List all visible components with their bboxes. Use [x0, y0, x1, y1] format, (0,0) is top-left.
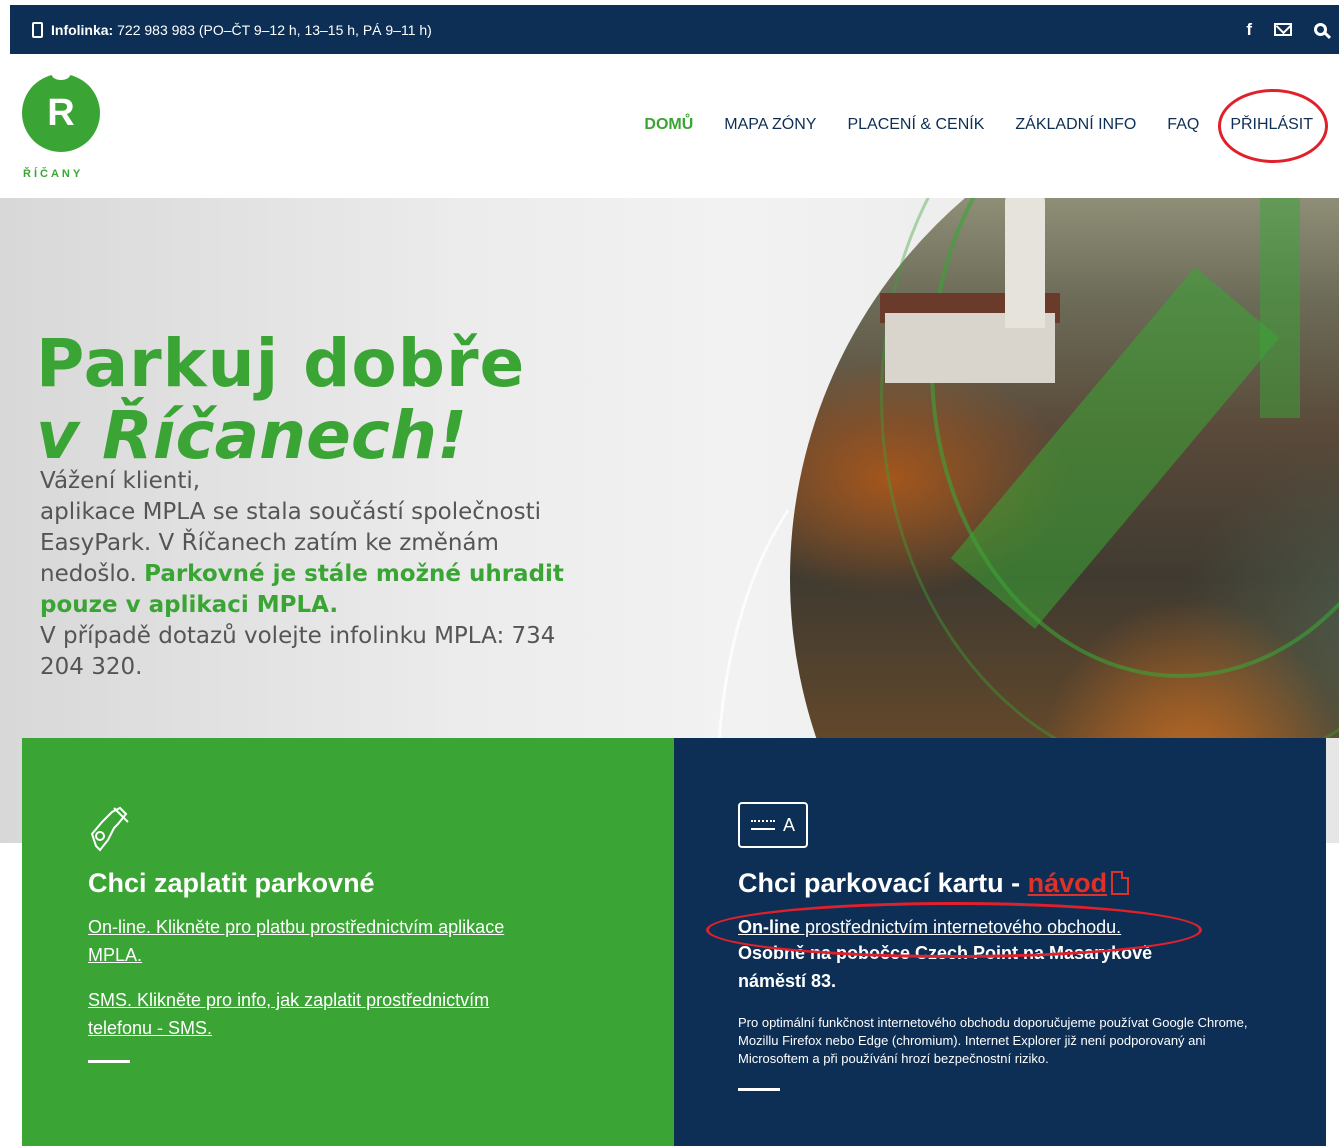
- hero-text-contact: V případě dotazů volejte infolinku MPLA:…: [40, 623, 556, 680]
- pay-online-link[interactable]: On-line. Klikněte pro platbu prostřednic…: [88, 913, 518, 969]
- nav-domu[interactable]: DOMŮ: [644, 116, 693, 134]
- logo-notch: [52, 70, 70, 80]
- church-tower: [1005, 198, 1045, 328]
- hero-photo: [790, 198, 1339, 738]
- nav-placeni-cenik[interactable]: PLACENÍ & CENÍK: [847, 116, 984, 134]
- infolinka-label: Infolinka:: [51, 21, 114, 38]
- pay-sms-link[interactable]: SMS. Klikněte pro info, jak zaplatit pro…: [88, 986, 558, 1042]
- annotation-circle-online: [706, 902, 1202, 958]
- pdf-icon[interactable]: [1111, 871, 1130, 895]
- annotation-circle-login: [1218, 89, 1328, 163]
- ricany-logo[interactable]: R ŘÍČANY: [22, 70, 100, 182]
- mail-icon[interactable]: [1274, 23, 1292, 36]
- hero-notice: Vážení klienti, aplikace MPLA se stala s…: [40, 466, 580, 683]
- phone-icon: [32, 21, 43, 38]
- pay-card-title: Chci zaplatit parkovné: [88, 868, 375, 898]
- logo-circle: R: [22, 74, 100, 152]
- hero-title: Parkuj dobře v Říčanech!: [36, 328, 525, 472]
- facebook-icon[interactable]: f: [1246, 20, 1252, 40]
- card-section-title: Chci parkovací kartu - návod: [738, 868, 1130, 899]
- site-header: R ŘÍČANY DOMŮ MAPA ZÓNY PLACENÍ & CENÍK …: [0, 54, 1339, 198]
- infolinka-text: 722 983 983 (PO–ČT 9–12 h, 13–15 h, PÁ 9…: [117, 21, 432, 38]
- search-icon[interactable]: [1314, 23, 1327, 36]
- browser-note: Pro optimální funkčnost internetového ob…: [738, 1015, 1248, 1066]
- hero-title-line2: v Říčanech!: [36, 397, 468, 474]
- nav-mapa-zony[interactable]: MAPA ZÓNY: [724, 116, 816, 134]
- divider: [88, 1060, 130, 1063]
- logo-text: ŘÍČANY: [23, 168, 84, 180]
- town-aerial-photo: [790, 198, 1339, 738]
- hero-title-line1: Parkuj dobře: [36, 325, 526, 402]
- infolinka: Infolinka: 722 983 983 (PO–ČT 9–12 h, 13…: [32, 21, 432, 38]
- nav-faq[interactable]: FAQ: [1167, 116, 1199, 134]
- hand-payment-icon: [90, 806, 129, 852]
- navod-link[interactable]: návod: [1028, 868, 1108, 898]
- top-info-bar: Infolinka: 722 983 983 (PO–ČT 9–12 h, 13…: [10, 5, 1339, 54]
- main-nav: DOMŮ MAPA ZÓNY PLACENÍ & CENÍK ZÁKLADNÍ …: [644, 116, 1313, 134]
- divider: [738, 1088, 780, 1091]
- hero-greeting: Vážení klienti,: [40, 468, 201, 494]
- nav-zakladni-info[interactable]: ZÁKLADNÍ INFO: [1015, 116, 1136, 134]
- pay-parking-card: Chci zaplatit parkovné On-line. Klikněte…: [22, 738, 674, 1146]
- id-card-icon: A: [738, 802, 808, 848]
- social-icons: f: [1246, 20, 1327, 40]
